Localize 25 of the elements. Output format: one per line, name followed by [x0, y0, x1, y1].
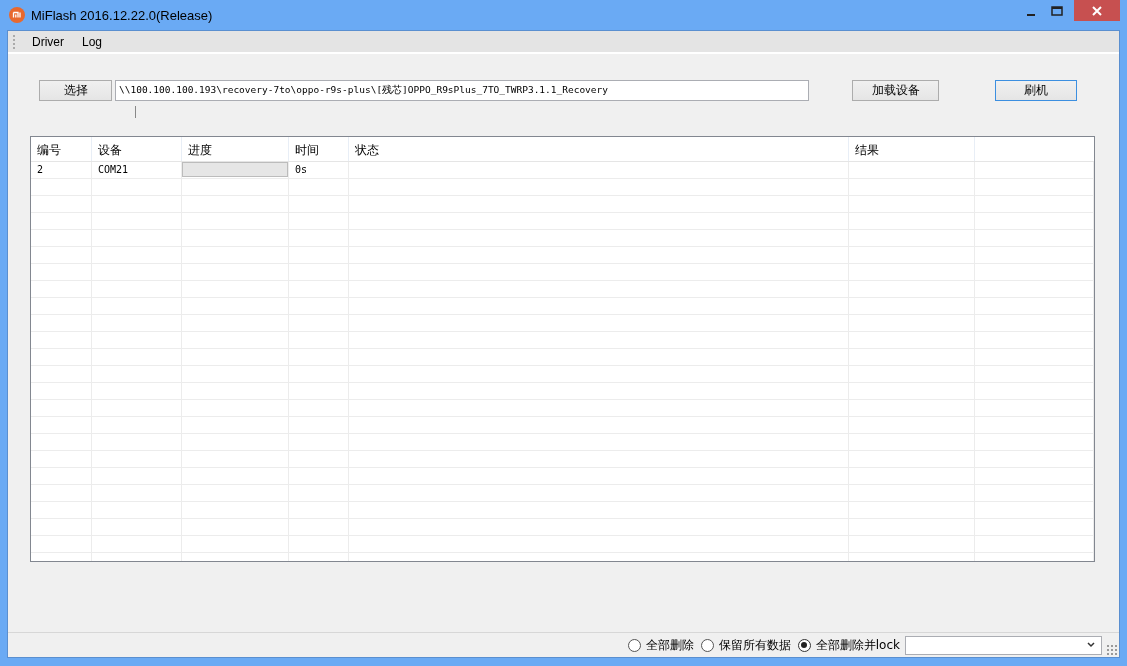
resize-grip-icon [1106, 644, 1118, 656]
maximize-icon [1051, 6, 1063, 16]
table-cell: 0s [289, 162, 349, 178]
select-button[interactable]: 选择 [39, 79, 112, 101]
table-cell: 2 [31, 162, 92, 178]
app-logo-icon [9, 7, 25, 23]
column-header[interactable]: 时间 [289, 137, 349, 161]
column-header[interactable]: 状态 [349, 137, 849, 161]
column-header[interactable]: 结果 [849, 137, 975, 161]
column-header[interactable]: 设备 [92, 137, 182, 161]
column-header[interactable]: 进度 [182, 137, 289, 161]
close-button[interactable] [1074, 0, 1120, 21]
window-title: MiFlash 2016.12.22.0(Release) [31, 7, 213, 23]
column-header[interactable]: 编号 [31, 137, 92, 161]
radio-option[interactable]: 保留所有数据 [700, 636, 791, 654]
chevron-down-icon [1087, 642, 1095, 648]
flash-button[interactable]: 刷机 [995, 79, 1077, 101]
load-devices-button[interactable]: 加载设备 [852, 79, 939, 101]
path-field[interactable]: \\100.100.100.193\recovery-7to\oppo-r9s-plus\[残芯]OPPO_R9sPlus_7TO_TWRP3.1.1_Recovery [115, 79, 809, 101]
radio-option[interactable]: 全部删除并lock [797, 636, 900, 654]
minimize-icon [1027, 14, 1035, 16]
radio-option[interactable]: 全部删除 [627, 636, 694, 654]
menu-item[interactable]: Driver [23, 34, 73, 49]
menu-item[interactable]: Log [73, 34, 112, 49]
close-icon [1092, 5, 1102, 16]
